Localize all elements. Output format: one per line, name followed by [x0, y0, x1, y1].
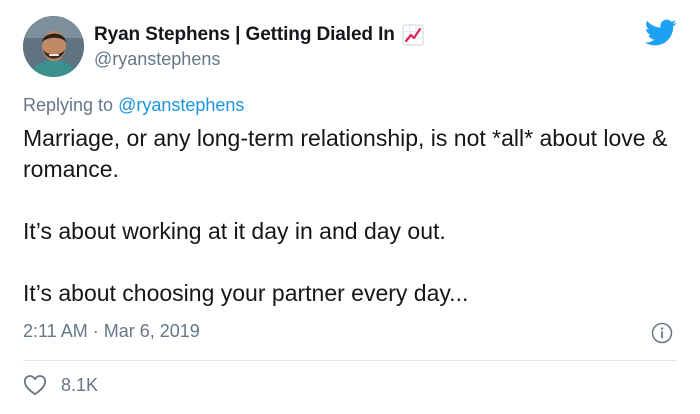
like-action[interactable]: 8.1K [23, 373, 98, 397]
avatar[interactable] [23, 16, 84, 77]
author-handle[interactable]: @ryanstephens [94, 49, 220, 70]
tweet-paragraph: Marriage, or any long-term relationship,… [23, 125, 668, 182]
like-count: 8.1K [61, 374, 99, 395]
author-display-name[interactable]: Ryan Stephens | Getting Dialed In [94, 24, 395, 46]
info-icon[interactable] [651, 322, 673, 344]
tweet-timestamp[interactable]: 2:11 AM · Mar 6, 2019 [23, 321, 200, 342]
divider [23, 360, 677, 361]
tweet-paragraph: It’s about working at it day in and day … [23, 218, 446, 244]
tweet-text: Marriage, or any long-term relationship,… [23, 123, 683, 309]
replying-to-line: Replying to @ryanstephens [23, 95, 244, 116]
chart-increasing-icon [402, 24, 424, 46]
tweet-paragraph: It’s about choosing your partner every d… [23, 280, 469, 306]
twitter-bird-icon[interactable] [645, 19, 677, 47]
reply-mention-link[interactable]: @ryanstephens [118, 95, 244, 115]
author-name-row: Ryan Stephens | Getting Dialed In [94, 23, 424, 47]
heart-icon[interactable] [23, 374, 47, 396]
replying-to-label: Replying to [23, 95, 114, 115]
